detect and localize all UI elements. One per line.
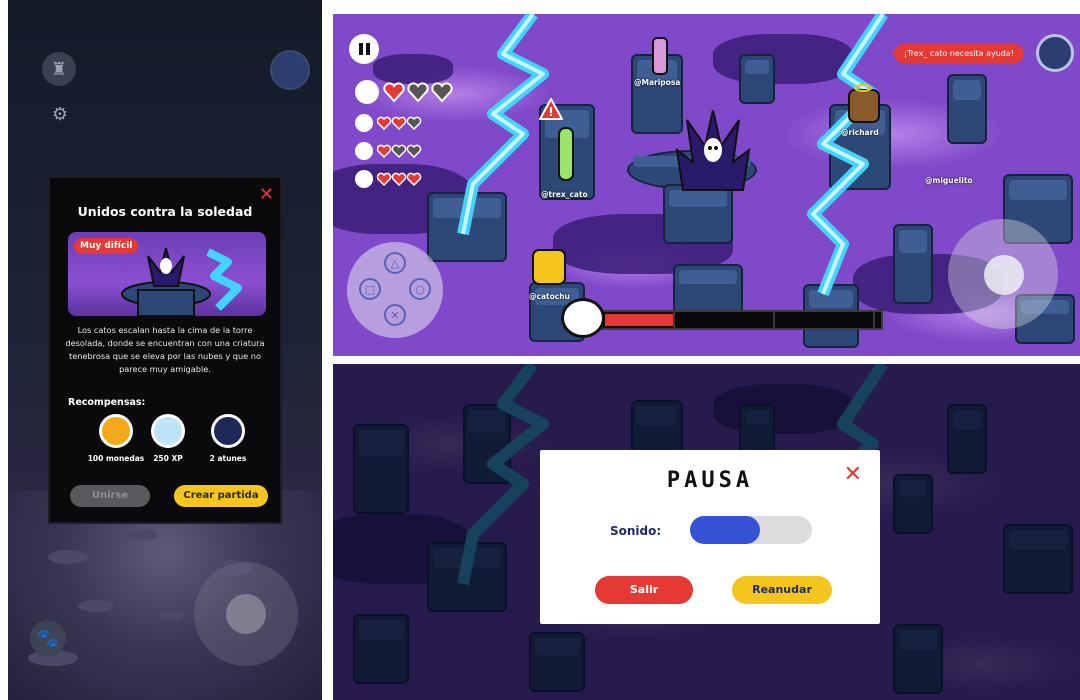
cross-button[interactable]: ✕ (384, 304, 406, 326)
joystick-knob[interactable] (984, 255, 1024, 295)
paused-gameplay-screen: PAUSA ✕ Sonido: Salir Reanudar (333, 364, 1080, 700)
life-row (355, 142, 425, 160)
reward-label: 100 monedas (87, 454, 145, 463)
sound-slider-fill[interactable] (690, 516, 760, 544)
help-notification[interactable]: ¡Trex_ cato necesita ayuda! (893, 44, 1024, 63)
movement-joystick[interactable] (948, 219, 1058, 329)
pause-dialog: PAUSA ✕ Sonido: Salir Reanudar (540, 450, 880, 624)
action-buttons-pad: △ □ ○ ✕ (347, 242, 443, 338)
player-tag: @catochu (529, 292, 570, 301)
gameplay-screen: ! @Mariposa @richard @trex_cato @migueli… (333, 14, 1080, 356)
mission-screen: ♜ ⚙ 🐾 ✕ Unidos contra la soledad Muy dif… (8, 0, 322, 700)
cat-mariposa (652, 37, 668, 75)
boss-health-fill (605, 314, 675, 326)
shadow-boss (675, 110, 751, 191)
cat-trex-cato (558, 127, 574, 181)
lightning-bolt (457, 14, 549, 236)
warning-icon: ! (539, 98, 563, 120)
boss-avatar-icon[interactable] (270, 50, 310, 90)
exit-button[interactable]: Salir (595, 576, 693, 604)
avatar (355, 142, 373, 160)
rewards-title: Recompensas: (68, 397, 146, 408)
triangle-button[interactable]: △ (384, 252, 406, 274)
reward-label: 2 atunes (209, 454, 247, 463)
lightning-bolt (807, 14, 888, 297)
cat-catochu (532, 249, 566, 285)
boss-avatar-icon (1036, 34, 1074, 72)
sound-label: Sonido: (610, 524, 662, 538)
svg-text:!: ! (548, 105, 553, 119)
coin-icon (99, 414, 133, 448)
boss-skull-icon (561, 298, 605, 338)
close-icon[interactable]: ✕ (259, 184, 274, 205)
hearts (377, 172, 422, 186)
life-row (355, 170, 425, 188)
boss-health-bar (561, 298, 887, 338)
xp-icon (151, 414, 185, 448)
avatar (355, 170, 373, 188)
pause-title: PAUSA (666, 468, 754, 493)
avatar (355, 80, 379, 104)
pause-button[interactable] (349, 34, 379, 64)
reward-tuna: 2 atunes (198, 414, 258, 463)
join-button[interactable]: Unirse (70, 485, 150, 507)
tuna-can-icon (211, 414, 245, 448)
player-tag: @Mariposa (634, 78, 681, 87)
mission-art: Muy difícil (68, 232, 266, 316)
cat-richard (848, 84, 880, 123)
hearts (377, 144, 422, 158)
create-match-button[interactable]: Crear partida (174, 485, 268, 507)
reward-coins: 100 monedas (86, 414, 146, 463)
gear-icon[interactable]: ⚙ (46, 100, 74, 128)
player-tag: @trex_cato (541, 190, 588, 199)
mission-dialog: ✕ Unidos contra la soledad Muy difícil L… (48, 176, 282, 524)
resume-button[interactable]: Reanudar (732, 576, 832, 604)
mission-title: Unidos contra la soledad (77, 204, 253, 219)
mission-description: Los catos escalan hasta la cima de la to… (65, 325, 265, 374)
castle-icon[interactable]: ♜ (42, 52, 76, 86)
sound-slider[interactable] (690, 516, 812, 544)
life-row (355, 114, 425, 132)
player-tag: @miguelito (925, 176, 973, 185)
reward-label: 250 XP (153, 454, 183, 463)
close-icon[interactable]: ✕ (844, 462, 862, 487)
reward-xp: 250 XP (138, 414, 198, 463)
player-tag: @richard (841, 128, 879, 137)
hearts (377, 116, 422, 130)
avatar (355, 114, 373, 132)
joystick-knob[interactable] (226, 594, 266, 634)
movement-joystick[interactable] (194, 562, 298, 666)
hearts (383, 82, 453, 103)
square-button[interactable]: □ (359, 278, 381, 300)
paw-icon[interactable]: 🐾 (30, 620, 66, 656)
difficulty-badge: Muy difícil (74, 238, 139, 254)
circle-button[interactable]: ○ (409, 278, 431, 300)
life-row (355, 80, 453, 104)
